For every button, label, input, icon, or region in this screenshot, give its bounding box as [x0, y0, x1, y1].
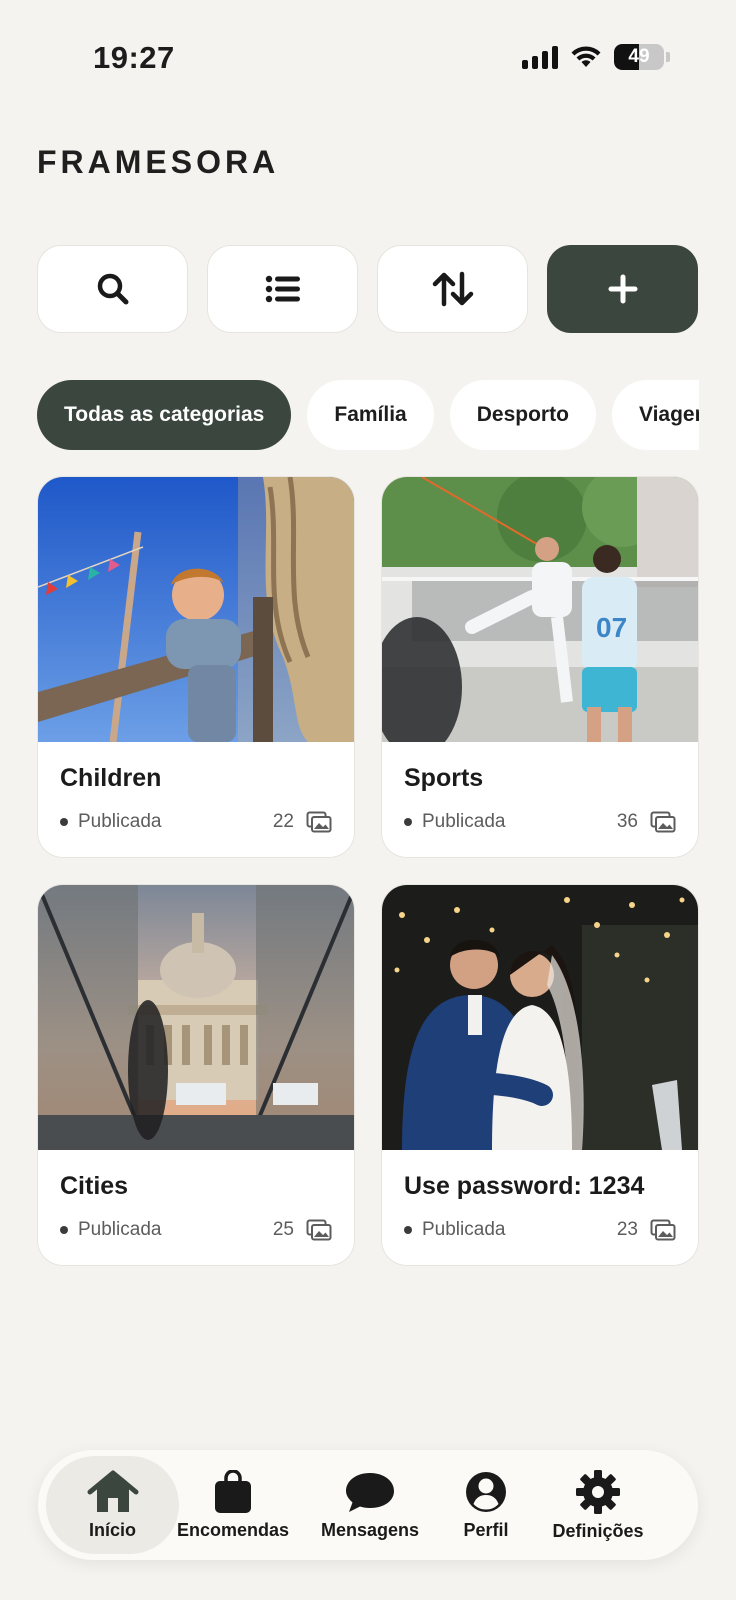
svg-text:07: 07 [596, 612, 627, 643]
photo-count: 36 [617, 811, 676, 833]
publish-status: Publicada [404, 1219, 505, 1241]
status-icons: 49 [522, 44, 670, 70]
chip-desporto[interactable]: Desporto [449, 380, 596, 450]
status-dot [60, 818, 68, 826]
wifi-icon [571, 46, 601, 67]
list-icon [265, 275, 300, 303]
status-time: 19:27 [93, 40, 175, 75]
add-gallery-button[interactable] [547, 245, 698, 333]
home-icon [87, 1470, 138, 1512]
sort-button[interactable] [377, 245, 528, 333]
bottom-navigation: Início Encomendas Mensagens Perfil Defin… [38, 1450, 698, 1560]
status-bar: 19:27 49 [0, 0, 736, 120]
nav-item-inicio[interactable]: Início [46, 1456, 179, 1554]
chip-familia[interactable]: Família [307, 380, 434, 450]
search-button[interactable] [37, 245, 188, 333]
gallery-cover-image [38, 885, 354, 1150]
user-icon [466, 1471, 506, 1512]
photos-icon [306, 811, 332, 833]
gallery-cover-image: 07 [382, 477, 698, 742]
nav-item-perfil[interactable]: Perfil [442, 1456, 530, 1554]
publish-status: Publicada [404, 811, 505, 833]
photos-icon [650, 1219, 676, 1241]
photo-count: 22 [273, 811, 332, 833]
nav-item-encomendas[interactable]: Encomendas [173, 1456, 293, 1554]
category-filter: Todas as categorias Família Desporto Via… [37, 380, 699, 452]
battery-level: 49 [628, 46, 650, 67]
cellular-signal-icon [522, 45, 558, 69]
gallery-card[interactable]: Use password: 1234 Publicada 23 [381, 884, 699, 1266]
nav-item-mensagens[interactable]: Mensagens [310, 1456, 430, 1554]
photos-icon [306, 1219, 332, 1241]
nav-item-definicoes[interactable]: Definições [538, 1456, 658, 1554]
chat-bubble-icon [346, 1472, 394, 1512]
gallery-title: Use password: 1234 [404, 1172, 645, 1200]
search-icon [97, 273, 128, 305]
status-dot [60, 1226, 68, 1234]
gallery-grid: Children Publicada 22 07 Sports Publicad… [37, 476, 699, 1266]
gallery-title: Children [60, 764, 162, 792]
status-dot [404, 1226, 412, 1234]
gallery-cover-image [382, 885, 698, 1150]
toolbar [37, 245, 698, 333]
shopping-bag-icon [215, 1469, 251, 1513]
chip-viagens[interactable]: Viagens [611, 380, 699, 450]
publish-status: Publicada [60, 1219, 161, 1241]
status-dot [404, 818, 412, 826]
gear-icon [576, 1469, 620, 1514]
gallery-title: Cities [60, 1172, 129, 1200]
publish-status: Publicada [60, 811, 161, 833]
gallery-card[interactable]: Children Publicada 22 [37, 476, 355, 858]
sort-arrows-icon [432, 271, 473, 307]
gallery-title: Sports [404, 764, 484, 792]
gallery-cover-image [38, 477, 354, 742]
plus-icon [608, 274, 637, 304]
photos-icon [650, 811, 676, 833]
gallery-card[interactable]: 07 Sports Publicada 36 [381, 476, 699, 858]
photo-count: 23 [617, 1219, 676, 1241]
battery-icon: 49 [614, 44, 664, 70]
gallery-card[interactable]: Cities Publicada 25 [37, 884, 355, 1266]
brand-logo: FRAMESORA [37, 144, 280, 180]
list-view-button[interactable] [207, 245, 358, 333]
photo-count: 25 [273, 1219, 332, 1241]
chip-all-categories[interactable]: Todas as categorias [37, 380, 292, 450]
